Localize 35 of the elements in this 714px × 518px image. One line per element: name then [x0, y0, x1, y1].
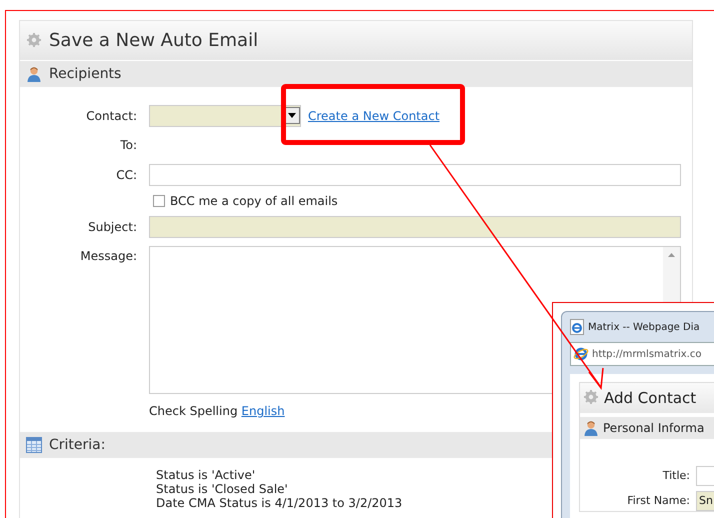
field-label: Message: — [79, 248, 137, 265]
field-label: First Name: — [626, 493, 690, 509]
spelling-label: Check Spelling — [149, 404, 238, 418]
field-label: CC: — [115, 166, 137, 184]
text-field[interactable]: Sn — [696, 490, 714, 510]
field-label: Title: — [662, 468, 690, 484]
table-icon — [26, 437, 42, 453]
person-icon — [26, 66, 42, 82]
field-label: To: — [119, 137, 137, 154]
dialog-heading: Add Contact — [604, 389, 696, 407]
page-title: Save a New Auto Email — [49, 30, 258, 51]
dialog-title: Matrix -- Webpage Dia — [588, 322, 700, 332]
browser-icon — [570, 319, 584, 335]
settings-icon — [26, 32, 44, 50]
browser-icon — [573, 346, 589, 362]
section-heading: Personal Informa — [603, 421, 704, 435]
settings-icon — [583, 389, 601, 407]
person-icon — [583, 420, 599, 436]
text-field[interactable] — [149, 164, 681, 186]
contact-dropdown[interactable] — [149, 105, 301, 127]
scroll-up-icon[interactable] — [668, 253, 675, 257]
criteria-line: Date CMA Status is 4/1/2013 to 3/2/2013 — [156, 496, 402, 510]
field-label: Subject: — [87, 218, 137, 236]
criteria-line: Status is 'Closed Sale' — [156, 482, 288, 496]
field-label: Contact: — [85, 108, 137, 124]
language-link[interactable]: English — [241, 404, 285, 418]
create-contact-link[interactable]: Create a New Contact — [308, 109, 440, 123]
caret-icon — [288, 113, 296, 118]
text-field[interactable] — [149, 216, 681, 238]
address-text: http://mrmlsmatrix.co — [592, 348, 702, 360]
checkbox-label: BCC me a copy of all emails — [170, 194, 338, 208]
criteria-line: Status is 'Active' — [156, 468, 256, 482]
checkbox[interactable] — [153, 195, 165, 207]
section-heading: Criteria: — [49, 437, 106, 453]
section-heading: Recipients — [49, 66, 122, 82]
